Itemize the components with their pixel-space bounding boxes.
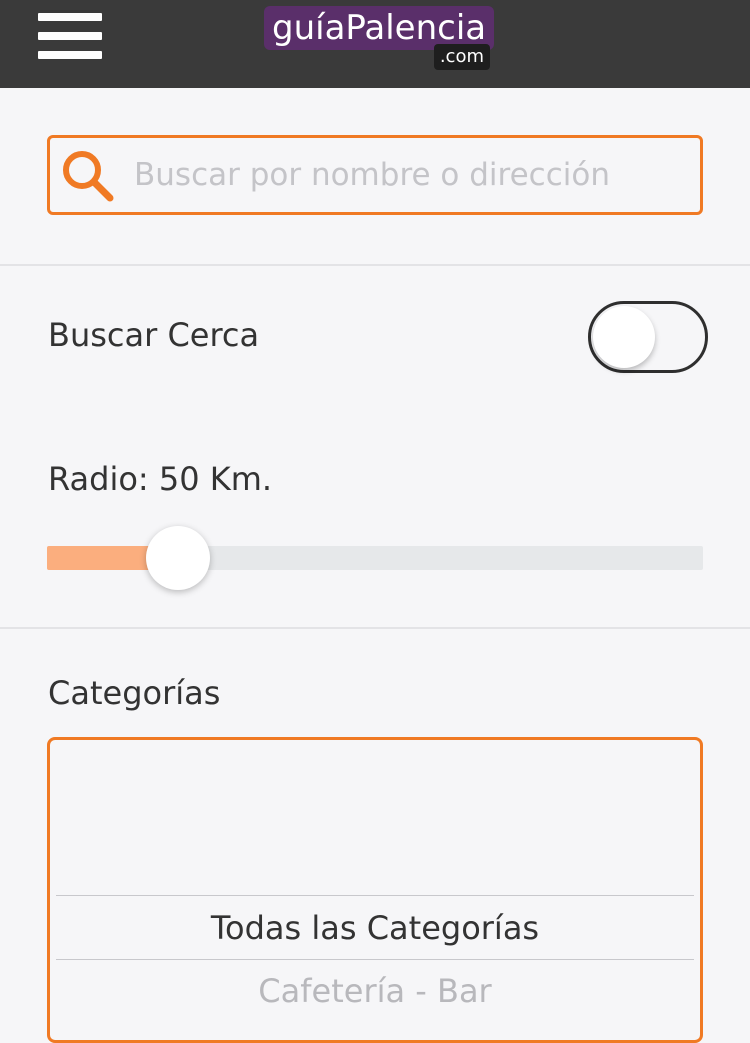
radius-slider[interactable] (47, 526, 703, 592)
categories-label: Categorías (48, 674, 221, 712)
logo-domain-suffix: .com (433, 44, 490, 70)
search-icon (63, 151, 114, 202)
site-logo[interactable]: guíaPalencia .com (264, 4, 495, 70)
nearby-label: Buscar Cerca (48, 316, 260, 354)
category-option-cafeteria-bar[interactable]: Cafetería - Bar (56, 960, 694, 1022)
section-divider (0, 264, 750, 266)
category-option-all[interactable]: Todas las Categorías (56, 897, 694, 959)
radius-label: Radio: 50 Km. (48, 460, 273, 498)
nearby-toggle[interactable] (588, 301, 708, 373)
hamburger-menu-icon[interactable] (38, 13, 102, 59)
search-input[interactable] (134, 138, 694, 212)
search-box[interactable] (47, 135, 703, 215)
picker-selection-line-top (56, 895, 694, 896)
category-picker[interactable]: Todas las Categorías Cafetería - Bar (47, 737, 703, 1043)
toggle-knob (593, 306, 655, 368)
slider-thumb[interactable] (146, 526, 210, 590)
app-header: guíaPalencia .com (0, 0, 750, 88)
section-divider (0, 627, 750, 629)
